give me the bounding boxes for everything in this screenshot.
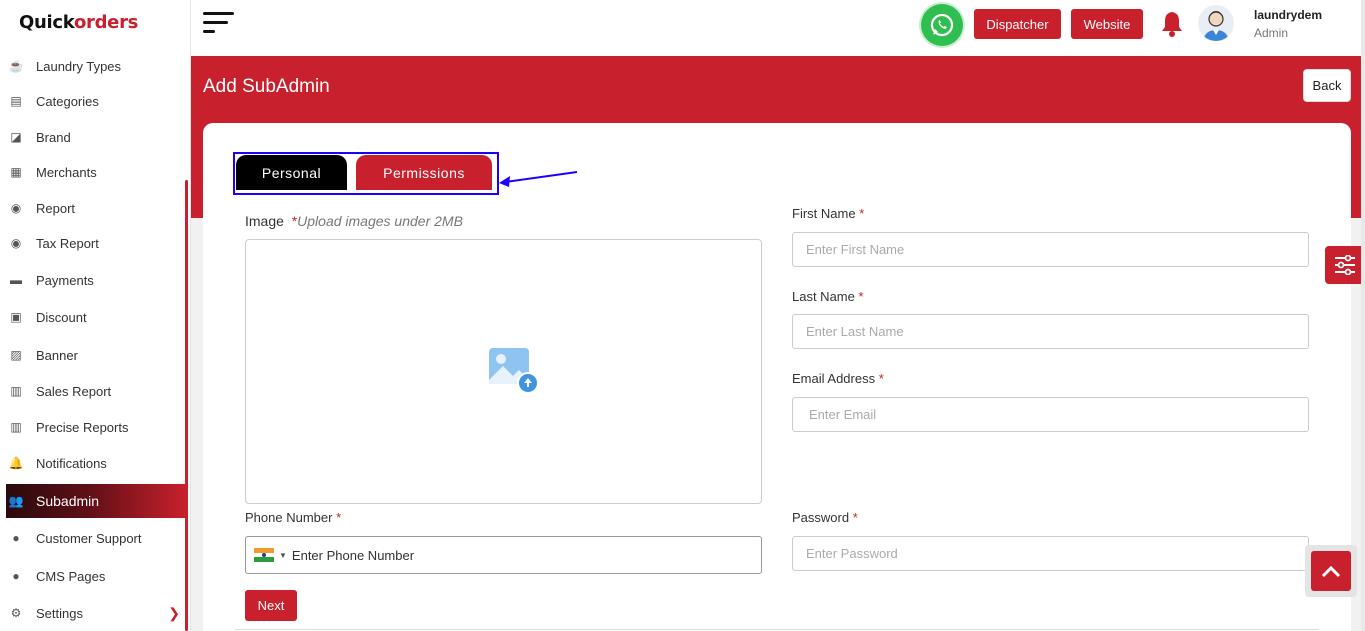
sidebar-item-label: CMS Pages xyxy=(36,568,106,584)
help-icon: ● xyxy=(12,531,20,545)
sidebar-item-settings[interactable]: ⚙ Settings ❯ xyxy=(6,596,186,630)
annotation-arrow-icon xyxy=(497,168,579,193)
whatsapp-icon[interactable] xyxy=(921,4,963,46)
image-label: Image *Upload images under 2MB xyxy=(245,213,463,229)
sidebar-item-sales-report[interactable]: ▥ Sales Report xyxy=(6,374,186,408)
sidebar-item-notifications[interactable]: 🔔 Notifications xyxy=(6,446,186,480)
logo-text-quick: Quick xyxy=(19,12,74,33)
sidebar-item-cms-pages[interactable]: ● CMS Pages xyxy=(6,559,186,593)
sidebar-item-label: Subadmin xyxy=(36,493,100,509)
notification-bell-icon[interactable] xyxy=(1159,10,1185,43)
sidebar-item-label: Settings xyxy=(36,605,83,621)
phone-label: Phone Number * xyxy=(245,510,342,525)
chevron-right-icon[interactable]: ❯ xyxy=(168,605,180,622)
tab-permissions[interactable]: Permissions xyxy=(356,155,492,190)
image-upload-dropzone[interactable] xyxy=(245,239,762,504)
sidebar-item-label: Tax Report xyxy=(36,235,99,251)
sidebar-item-label: Sales Report xyxy=(36,383,112,399)
gear-icon: ⚙ xyxy=(10,606,22,620)
email-label: Email Address * xyxy=(792,371,884,386)
divider xyxy=(235,629,1319,630)
password-label: Password * xyxy=(792,510,858,525)
next-button[interactable]: Next xyxy=(245,590,297,621)
brand-icon: ◪ xyxy=(10,130,22,144)
brand-logo[interactable]: Quickorders xyxy=(19,12,138,38)
payments-icon: ▬ xyxy=(10,273,22,287)
sidebar-item-label: Payments xyxy=(36,272,94,288)
image-upload-icon xyxy=(487,346,541,401)
cup-icon: ☕ xyxy=(8,59,24,73)
report-icon: ◉ xyxy=(10,201,22,215)
chevron-down-icon[interactable]: ▼ xyxy=(279,551,287,560)
chart-icon: ▥ xyxy=(10,420,22,434)
user-name[interactable]: laundrydem xyxy=(1254,8,1322,22)
discount-icon: ▣ xyxy=(10,310,22,324)
first-name-label: First Name * xyxy=(792,206,865,221)
sidebar-item-label: Brand xyxy=(36,129,71,145)
sidebar-item-label: Discount xyxy=(36,309,87,325)
sidebar-item-customer-support[interactable]: ● Customer Support xyxy=(6,521,186,555)
sidebar-item-merchants[interactable]: ▦ Merchants xyxy=(6,155,186,189)
sidebar-item-precise-reports[interactable]: ▥ Precise Reports xyxy=(6,410,186,444)
sidebar-item-tax-report[interactable]: ◉ Tax Report xyxy=(6,226,186,260)
phone-input[interactable]: ▼ Enter Phone Number xyxy=(245,536,762,574)
page-scrollbar[interactable] xyxy=(1361,0,1365,631)
avatar[interactable] xyxy=(1198,5,1234,41)
back-button[interactable]: Back xyxy=(1303,69,1351,102)
password-input[interactable]: Enter Password xyxy=(792,536,1309,571)
page-title: Add SubAdmin xyxy=(203,76,330,97)
sidebar-item-discount[interactable]: ▣ Discount xyxy=(6,300,186,334)
menu-toggle-icon[interactable] xyxy=(203,12,235,36)
top-bar: Dispatcher Website laundrydem Admin xyxy=(191,0,1361,56)
chart-icon: ▥ xyxy=(10,384,22,398)
bell-icon: 🔔 xyxy=(8,456,24,470)
chat-icon: ● xyxy=(12,569,20,583)
users-icon: 👥 xyxy=(8,494,24,508)
sidebar-item-label: Notifications xyxy=(36,455,107,471)
user-role: Admin xyxy=(1254,26,1289,40)
tab-personal[interactable]: Personal xyxy=(236,155,347,190)
tax-report-icon: ◉ xyxy=(10,236,22,250)
sidebar-item-brand[interactable]: ◪ Brand xyxy=(6,120,186,154)
sidebar-item-label: Report xyxy=(36,200,76,216)
sidebar-item-label: Banner xyxy=(36,347,78,363)
sidebar-item-subadmin[interactable]: 👥 Subadmin xyxy=(6,484,186,518)
sidebar-item-categories[interactable]: ▤ Categories xyxy=(6,84,186,118)
last-name-label: Last Name * xyxy=(792,289,864,304)
india-flag-icon[interactable] xyxy=(254,548,274,563)
website-button[interactable]: Website xyxy=(1071,9,1143,39)
phone-placeholder: Enter Phone Number xyxy=(291,547,415,563)
sidebar-item-payments[interactable]: ▬ Payments xyxy=(6,263,186,297)
sidebar-item-label: Customer Support xyxy=(36,530,142,546)
sidebar-item-label: Precise Reports xyxy=(36,419,129,435)
sidebar-item-label: Merchants xyxy=(36,164,97,180)
sidebar-item-label: Categories xyxy=(36,93,99,109)
sidebar: Quickorders ☕ Laundry Types ▤ Categories ◪ Br… xyxy=(0,0,191,631)
store-icon: ▦ xyxy=(10,165,22,179)
scroll-to-top-button[interactable] xyxy=(1305,545,1357,597)
chevron-up-icon xyxy=(1311,551,1351,591)
email-input[interactable]: Enter Email xyxy=(792,397,1309,432)
sidebar-item-banner[interactable]: ▨ Banner xyxy=(6,338,186,372)
sidebar-item-label: Laundry Types xyxy=(36,58,122,74)
sidebar-scrollbar[interactable] xyxy=(185,180,188,631)
sidebar-item-laundry-types[interactable]: ☕ Laundry Types xyxy=(6,49,186,83)
last-name-input[interactable]: Enter Last Name xyxy=(792,314,1309,349)
settings-sliders-icon[interactable] xyxy=(1325,246,1365,284)
logo-text-orders: orders xyxy=(73,12,139,33)
first-name-input[interactable]: Enter First Name xyxy=(792,232,1309,267)
document-icon: ▤ xyxy=(10,94,22,108)
image-icon: ▨ xyxy=(10,348,22,362)
dispatcher-button[interactable]: Dispatcher xyxy=(974,9,1061,39)
sidebar-item-report[interactable]: ◉ Report xyxy=(6,191,186,225)
